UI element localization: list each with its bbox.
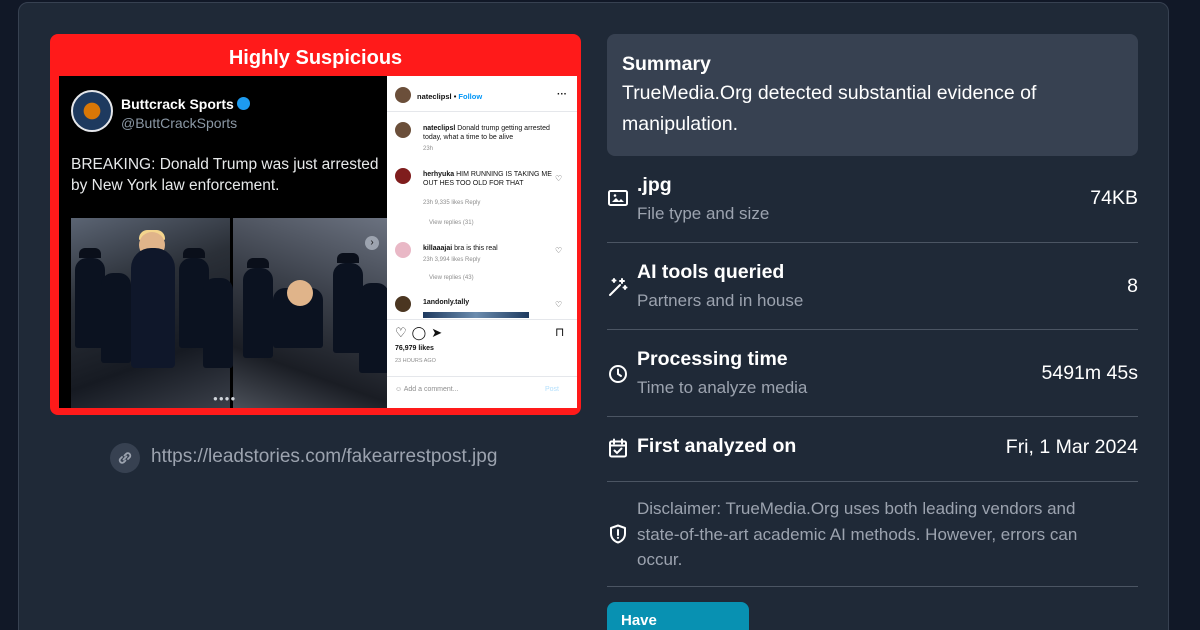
clock-icon [607, 363, 629, 385]
detail-row-first-analyzed: First analyzed on Fri, 1 Mar 2024 [607, 431, 1138, 481]
processing-time-title: Processing time [637, 348, 788, 370]
tweet-avatar [71, 90, 113, 132]
media-preview-frame: Highly Suspicious Buttcrack Sports @Butt… [50, 34, 581, 415]
comment-text: bra is this real [454, 245, 498, 252]
instagram-username: nateclipsl [417, 92, 452, 101]
link-icon [110, 443, 140, 473]
detail-row-ai-tools: AI tools queried Partners and in house 8 [607, 257, 1138, 329]
summary-text: TrueMedia.Org detected substantial evide… [622, 82, 1037, 135]
processing-time-subtitle: Time to analyze media [637, 378, 808, 397]
view-replies: View replies (31) [429, 220, 474, 226]
file-type-label: File type and size [637, 204, 770, 223]
instagram-panel: nateclipsl • Follow ··· nateclipsl Donal… [387, 76, 577, 408]
file-type: .jpg [637, 174, 672, 196]
tweet-handle: @ButtCrackSports [121, 115, 238, 131]
first-analyzed-date: Fri, 1 Mar 2024 [1005, 436, 1138, 458]
media-screenshot[interactable]: Buttcrack Sports @ButtCrackSports BREAKI… [59, 76, 577, 408]
image-icon [607, 187, 629, 209]
post-actions-icon: ♡◯➤ [395, 325, 448, 340]
bookmark-icon: ⊓ [555, 325, 565, 339]
more-options-icon: ··· [557, 89, 567, 100]
add-comment-placeholder: ☺ Add a comment... [395, 386, 459, 393]
post-time: 23 HOURS AGO [395, 358, 436, 364]
follow-link: Follow [458, 92, 483, 101]
ai-tools-title: AI tools queried [637, 261, 785, 283]
tweet-photo-1 [71, 218, 233, 408]
divider [607, 416, 1138, 417]
instagram-avatar [395, 87, 411, 103]
verified-badge-icon [236, 97, 250, 110]
heart-icon: ♡ [555, 246, 563, 255]
summary-title: Summary [622, 53, 711, 75]
detail-row-processing-time: Processing time Time to analyze media 54… [607, 344, 1138, 416]
tweet-panel: Buttcrack Sports @ButtCrackSports BREAKI… [59, 76, 389, 408]
magic-wand-icon [607, 276, 629, 298]
calendar-check-icon [607, 437, 629, 459]
file-size: 74KB [1090, 187, 1138, 209]
caption-user: nateclipsl [423, 125, 456, 132]
tweet-text: BREAKING: Donald Trump was just arrested… [71, 156, 379, 194]
source-url-link[interactable]: https://leadstories.com/fakearrestpost.j… [151, 446, 497, 468]
view-replies: View replies (43) [429, 275, 474, 281]
disclaimer-text: Disclaimer: TrueMedia.Org uses both lead… [637, 499, 1078, 569]
divider [607, 481, 1138, 482]
ai-tools-subtitle: Partners and in house [637, 291, 804, 310]
divider [607, 242, 1138, 243]
divider [607, 329, 1138, 330]
carousel-dots-icon: ●●●● [213, 394, 237, 403]
comment-user: 1andonly.tally [423, 299, 470, 306]
carousel-next-icon[interactable]: › [365, 236, 379, 250]
caption-time: 23h [423, 146, 434, 152]
verdict-label: Highly Suspicious [228, 47, 403, 69]
divider [607, 586, 1138, 587]
comment-meta: 23h 3,994 likes Reply [423, 257, 481, 263]
heart-icon: ♡ [555, 300, 563, 309]
tweet-account-name: Buttcrack Sports [121, 96, 234, 112]
comment-meta: 23h 9,335 likes Reply [423, 200, 481, 206]
likes-count: 76,979 likes [395, 345, 434, 352]
heart-icon: ♡ [555, 174, 563, 183]
tweet-photo-2 [233, 218, 389, 408]
comment-user: killaaajai [423, 245, 453, 252]
ai-tools-count: 8 [1127, 275, 1138, 297]
processing-time-value: 5491m 45s [1041, 362, 1138, 384]
post-link: Post [545, 386, 560, 393]
detail-row-file-type: .jpg File type and size 74KB [607, 170, 1138, 242]
comment-user: herhyuka [423, 171, 455, 178]
first-analyzed-title: First analyzed on [637, 435, 797, 457]
feedback-button[interactable]: Have Feedback? [607, 602, 749, 630]
shield-alert-icon [607, 523, 629, 545]
summary-box: Summary TrueMedia.Org detected substanti… [607, 34, 1138, 156]
